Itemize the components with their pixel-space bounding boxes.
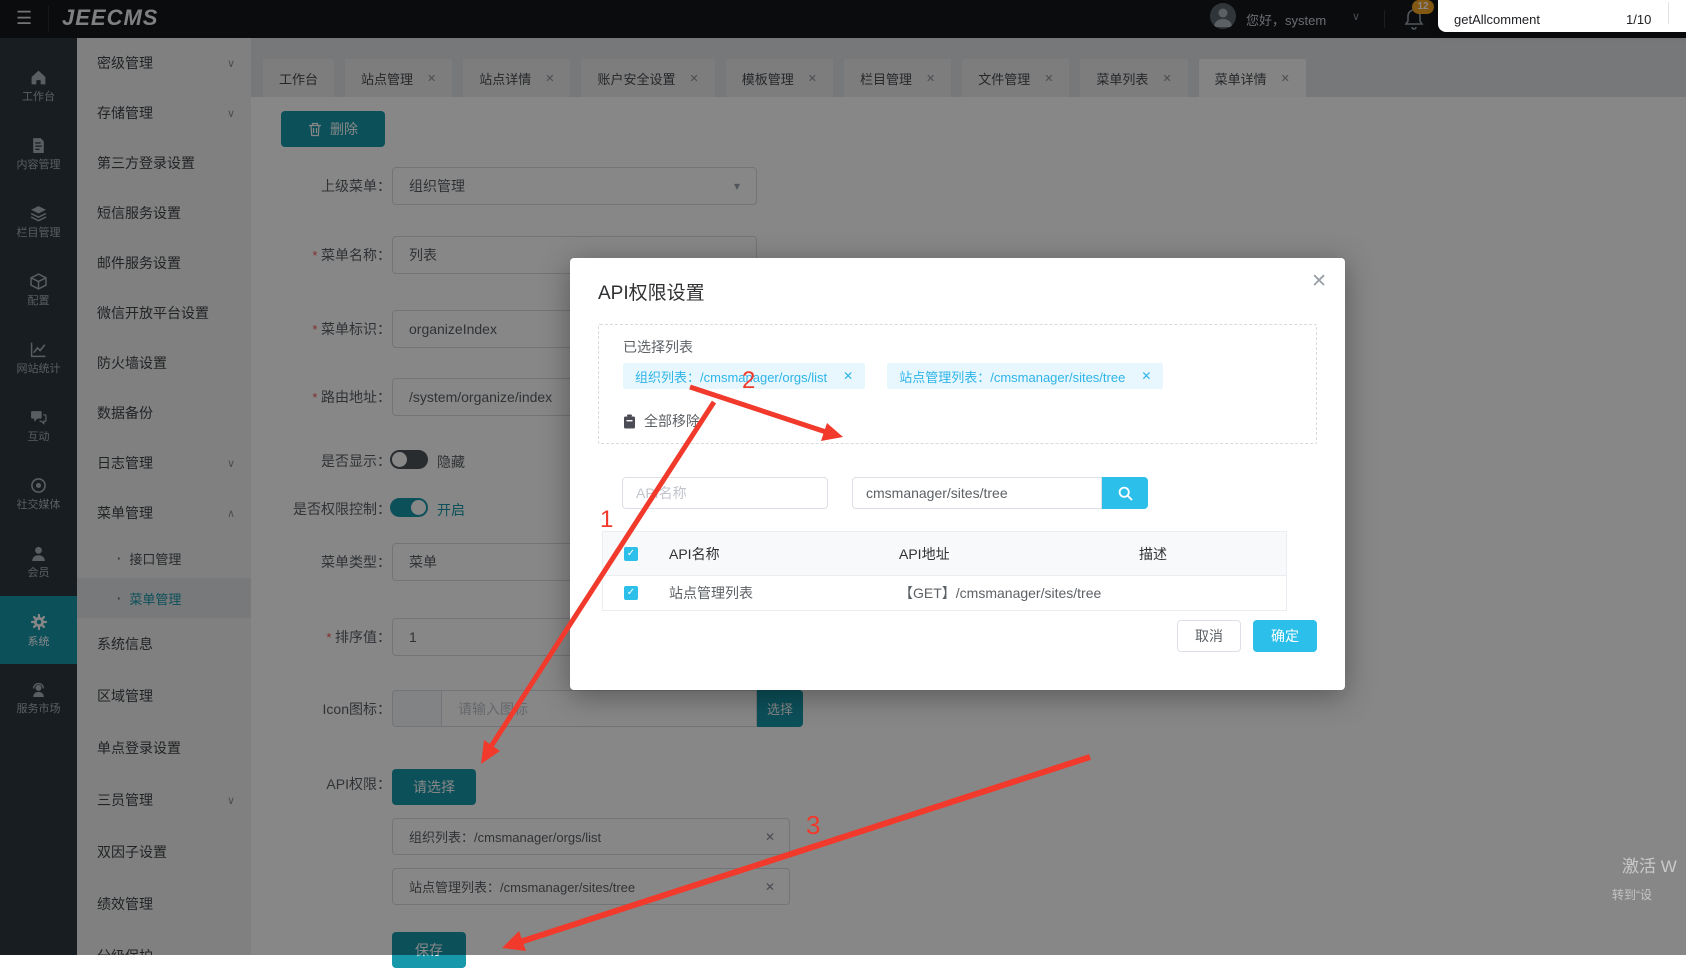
notification-item-title[interactable]: getAllcomment — [1454, 12, 1604, 27]
select-all-checkbox[interactable]: ✓ — [624, 546, 638, 561]
notification-item-count: 1/10 — [1626, 12, 1652, 27]
selected-list-label: 已选择列表 — [623, 339, 693, 355]
api-permission-dialog: API权限设置 ✕ 已选择列表 组织列表：/cmsmanager/orgs/li… — [570, 258, 1345, 690]
selected-tags: 组织列表：/cmsmanager/orgs/list ✕ 站点管理列表：/cms… — [623, 363, 1164, 389]
remove-all-button[interactable]: 全部移除 — [623, 411, 700, 431]
search-button[interactable] — [1102, 477, 1148, 509]
notification-popup[interactable]: getAllcomment 1/10 — [1438, 0, 1686, 32]
api-name-search-input[interactable] — [622, 477, 828, 509]
activate-watermark-line1: 激活 W — [1622, 857, 1677, 876]
popup-divider — [1668, 2, 1669, 24]
selected-tag-org-list: 组织列表：/cmsmanager/orgs/list ✕ — [623, 363, 866, 389]
api-table-header: ✓ API名称 API地址 描述 — [603, 532, 1286, 576]
close-icon[interactable]: ✕ — [1311, 270, 1327, 293]
trash-icon — [624, 414, 635, 428]
dialog-title: API权限设置 — [598, 283, 705, 304]
selected-list-panel: 已选择列表 组织列表：/cmsmanager/orgs/list ✕ 站点管理列… — [598, 324, 1317, 444]
selected-tag-site-tree: 站点管理列表：/cmsmanager/sites/tree ✕ — [887, 363, 1164, 389]
cancel-button[interactable]: 取消 — [1177, 620, 1241, 652]
close-icon[interactable]: ✕ — [843, 369, 853, 383]
jeecms-admin-page: ☰ JEECMS 您好，system ∨ 12 工作台 内容管理 栏目管理 配置… — [0, 0, 1686, 968]
row-checkbox[interactable]: ✓ — [624, 586, 638, 600]
confirm-button[interactable]: 确定 — [1253, 620, 1317, 652]
activate-watermark-line2: 转到“设 — [1612, 888, 1652, 902]
close-icon[interactable]: ✕ — [1141, 369, 1151, 383]
api-table: ✓ API名称 API地址 描述 ✓ 站点管理列表 【GET】/cmsmanag… — [602, 531, 1287, 611]
api-table-row: ✓ 站点管理列表 【GET】/cmsmanager/sites/tree — [603, 576, 1286, 611]
search-icon — [1118, 486, 1133, 501]
api-address-search-input[interactable] — [852, 477, 1102, 509]
